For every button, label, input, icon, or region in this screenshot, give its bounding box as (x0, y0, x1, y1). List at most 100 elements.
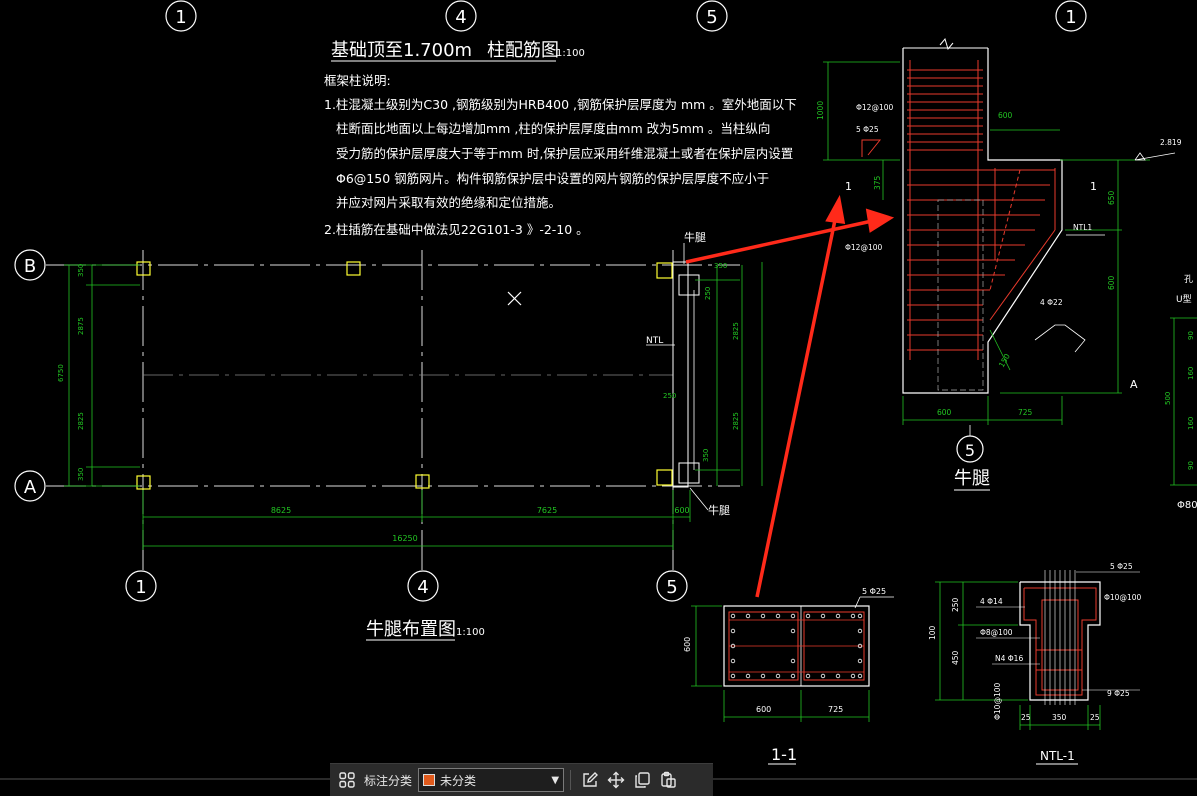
svg-text:600: 600 (674, 506, 689, 515)
column-square[interactable] (346, 261, 361, 276)
svg-text:1: 1 (135, 577, 146, 598)
svg-text:1:100: 1:100 (556, 48, 585, 59)
svg-text:600: 600 (998, 111, 1013, 120)
category-color-swatch (423, 774, 436, 786)
svg-text:350: 350 (77, 468, 85, 481)
svg-text:Φ12@100: Φ12@100 (845, 243, 882, 252)
svg-text:2.819: 2.819 (1160, 138, 1182, 147)
svg-text:1: 1 (175, 7, 186, 28)
svg-text:Φ10@100: Φ10@100 (993, 683, 1002, 720)
svg-text:孔: 孔 (1184, 274, 1193, 285)
svg-text:2875: 2875 (77, 317, 85, 335)
axis-bubble-top-4: 4 (445, 0, 477, 32)
svg-text:NTL: NTL (646, 336, 663, 346)
edit-icon[interactable] (577, 767, 603, 793)
svg-text:1:100: 1:100 (456, 627, 485, 638)
axis-bubble-bottom-4: 4 (407, 570, 439, 602)
plan-title: 牛腿布置图 1:100 (366, 619, 485, 641)
svg-text:1: 1 (1090, 180, 1097, 193)
svg-text:4 Φ22: 4 Φ22 (1040, 298, 1063, 307)
cursor-crosshair-icon (507, 291, 522, 306)
column-notes: 框架柱说明: 1.柱混凝土级别为C30 ,钢筋级别为HRB400 ,钢筋保护层厚… (324, 73, 797, 237)
svg-text:8625: 8625 (271, 506, 291, 515)
svg-text:N4 Φ16: N4 Φ16 (995, 654, 1023, 663)
svg-text:Φ80: Φ80 (1177, 500, 1197, 511)
column-rebar-title: 基础顶至1.700m 柱配筋图 1:100 (331, 40, 585, 62)
annotation-category-value: 未分类 (440, 773, 477, 788)
svg-text:1000: 1000 (816, 101, 825, 120)
svg-text:A: A (1130, 378, 1138, 391)
annotation-category-label: 标注分类 (364, 773, 413, 788)
svg-text:B: B (24, 256, 36, 277)
svg-text:牛腿: 牛腿 (954, 468, 990, 489)
svg-text:250: 250 (704, 287, 712, 300)
svg-text:A: A (24, 477, 37, 498)
svg-text:350: 350 (714, 262, 727, 270)
svg-text:4: 4 (455, 7, 466, 28)
svg-text:5: 5 (965, 441, 975, 460)
ntl-1-title: NTL-1 (1036, 749, 1078, 765)
move-icon[interactable] (603, 767, 629, 793)
axis-bubble-section-5: 5 (956, 425, 984, 463)
svg-text:160: 160 (1187, 367, 1195, 380)
svg-text:5: 5 (706, 7, 717, 28)
axis-bubble-top-1: 1 (165, 0, 197, 32)
svg-text:7625: 7625 (537, 506, 557, 515)
svg-text:Φ6@150 钢筋网片。构件钢筋保护层中设置的网片钢筋的保: Φ6@150 钢筋网片。构件钢筋保护层中设置的网片钢筋的保护层厚度不应小于 (336, 171, 769, 186)
svg-text:1: 1 (845, 180, 852, 193)
svg-text:4: 4 (417, 577, 428, 598)
svg-text:375: 375 (873, 175, 882, 190)
svg-text:2825: 2825 (732, 322, 740, 340)
svg-text:并应对网片采取有效的绝缘和定位措施。: 并应对网片采取有效的绝缘和定位措施。 (336, 195, 561, 210)
svg-text:Φ12@100: Φ12@100 (856, 103, 893, 112)
paste-icon[interactable] (655, 767, 681, 793)
svg-text:Φ10@100: Φ10@100 (1104, 593, 1141, 602)
svg-text:5 Φ25: 5 Φ25 (856, 125, 879, 134)
svg-text:9 Φ25: 9 Φ25 (1107, 689, 1130, 698)
svg-text:牛腿: 牛腿 (708, 503, 730, 517)
svg-text:100: 100 (928, 625, 937, 640)
dropdown-arrow-icon: ▼ (551, 774, 560, 786)
svg-text:600: 600 (1107, 275, 1116, 290)
svg-text:牛腿: 牛腿 (684, 230, 706, 244)
cad-canvas[interactable]: 1 4 5 1 基础顶至1.700m 柱配筋图 1:100 框架柱说明: 1.柱… (0, 0, 1197, 795)
svg-text:1: 1 (1065, 7, 1076, 28)
svg-text:2825: 2825 (77, 412, 85, 430)
svg-text:90: 90 (1187, 331, 1195, 340)
svg-text:250: 250 (951, 597, 960, 612)
svg-text:350: 350 (702, 449, 710, 462)
annotation-toolbar: 标注分类 未分类 ▼ (330, 763, 713, 796)
svg-text:90: 90 (1187, 461, 1195, 470)
svg-text:牛腿布置图: 牛腿布置图 (366, 619, 456, 640)
ntl-1-section: 250 100 450 25 350 25 5 Φ25 4 Φ14 Φ10@10… (928, 562, 1141, 765)
svg-text:25: 25 (1090, 713, 1100, 722)
axis-bubble-bottom-1: 1 (125, 570, 157, 602)
grid-apps-icon[interactable] (334, 767, 360, 793)
annotation-category-select[interactable]: 未分类 ▼ (418, 768, 565, 792)
axis-bubble-top-5: 5 (696, 0, 728, 32)
svg-text:柱断面比地面以上每边增加mm ,柱的保护层厚度由mm 改: 柱断面比地面以上每边增加mm ,柱的保护层厚度由mm 改为5mm 。当柱纵向 (336, 121, 770, 136)
svg-text:725: 725 (828, 705, 843, 714)
svg-text:5 Φ25: 5 Φ25 (1110, 562, 1133, 571)
svg-text:150: 150 (997, 352, 1012, 369)
svg-text:2825: 2825 (732, 412, 740, 430)
svg-text:Φ8@100: Φ8@100 (980, 628, 1013, 637)
svg-text:柱配筋图: 柱配筋图 (487, 40, 559, 61)
svg-text:650: 650 (1107, 190, 1116, 205)
svg-text:1-1: 1-1 (771, 745, 797, 764)
axis-bubble-bottom-5: 5 (656, 570, 688, 602)
svg-text:4 Φ14: 4 Φ14 (980, 597, 1003, 606)
svg-text:NTL1: NTL1 (1073, 223, 1092, 232)
svg-text:350: 350 (77, 264, 85, 277)
svg-text:350: 350 (1052, 713, 1067, 722)
svg-text:框架柱说明:: 框架柱说明: (324, 73, 391, 88)
axis-bubble-top-1-right: 1 (1055, 0, 1087, 32)
svg-text:2.柱插筋在基础中做法见22G101-3 》-2-10: 2.柱插筋在基础中做法见22G101-3 》-2-10 。 (324, 222, 589, 237)
axis-bubble-B: B (14, 249, 46, 281)
svg-text:450: 450 (951, 650, 960, 665)
svg-text:6750: 6750 (57, 364, 65, 382)
svg-text:725: 725 (1018, 408, 1033, 417)
column-square[interactable] (656, 469, 673, 486)
copy-icon[interactable] (629, 767, 655, 793)
svg-text:1.柱混凝土级别为C30 ,钢筋级别为HRB400 ,钢: 1.柱混凝土级别为C30 ,钢筋级别为HRB400 ,钢筋保护层厚度为 mm 。… (324, 97, 797, 112)
